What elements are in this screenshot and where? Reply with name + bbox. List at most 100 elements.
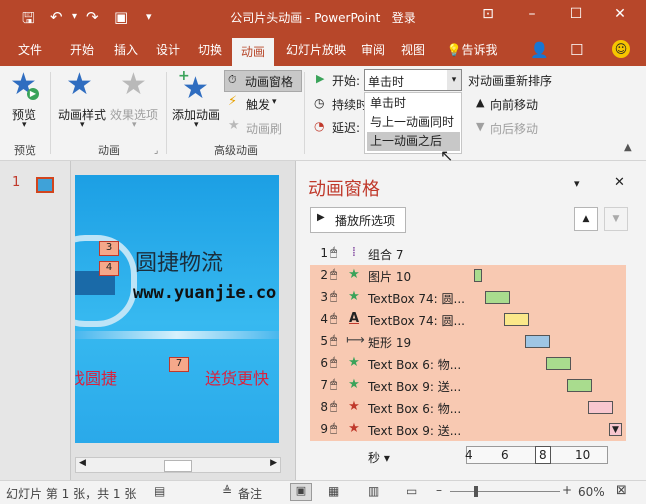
- timing-bar[interactable]: [525, 335, 551, 348]
- smiley-icon[interactable]: ☺: [612, 40, 630, 58]
- scroll-right-icon[interactable]: ▶: [270, 458, 277, 468]
- animation-tag[interactable]: 4: [99, 261, 119, 276]
- timing-bar[interactable]: [474, 269, 482, 282]
- company-name-text[interactable]: 圆捷物流: [135, 245, 223, 277]
- move-earlier-button[interactable]: 向前移动: [490, 96, 538, 113]
- slide-canvas[interactable]: 圆捷物流 www.yuanjie.co 找圆捷 送货更快 3 4 7: [75, 175, 279, 443]
- start-label: 开始:: [332, 74, 361, 88]
- zoom-level[interactable]: 60%: [578, 485, 605, 499]
- dropdown-option-with-previous[interactable]: 与上一动画同时: [367, 113, 460, 132]
- timeline-unit[interactable]: 秒 ▾: [368, 449, 390, 466]
- tab-file[interactable]: 文件: [8, 34, 52, 66]
- ribbon-tabs: 文件 开始 插入 设计 切换 动画 幻灯片放映 审阅 视图 💡告诉我 👤 ☐ ☺: [0, 34, 646, 66]
- notes-icon[interactable]: ≜: [222, 484, 232, 498]
- minimize-button[interactable]: –: [518, 6, 546, 22]
- maximize-button[interactable]: ☐: [562, 6, 590, 22]
- start-select[interactable]: 单击时 ▾: [364, 69, 462, 91]
- ribbon: ★ ▶ 预览 ▾ 预览 ★ 动画样式 ▾ ★ 效果选项 ▾ 动画 ⌟ ★ + 添…: [0, 66, 646, 161]
- timing-bar[interactable]: [504, 313, 530, 326]
- slide-thumbnail[interactable]: [36, 177, 54, 193]
- green-star-icon: ★: [348, 377, 360, 392]
- animation-styles-icon[interactable]: ★: [66, 70, 93, 100]
- chevron-down-icon[interactable]: ▾: [22, 120, 27, 130]
- tab-design[interactable]: 设计: [146, 34, 190, 66]
- timing-bar[interactable]: [485, 291, 511, 304]
- tab-review[interactable]: 审阅: [356, 34, 390, 66]
- tab-view[interactable]: 视图: [396, 34, 430, 66]
- tab-tell-me[interactable]: 💡告诉我: [440, 34, 504, 66]
- close-icon[interactable]: ✕: [614, 175, 625, 190]
- animation-list-item[interactable]: 9 🖱 ★ Text Box 9: 送...: [310, 419, 626, 441]
- delay-clock-icon: ◔: [314, 119, 325, 133]
- normal-view-icon[interactable]: ▣: [290, 483, 312, 501]
- fit-slide-icon[interactable]: ⊠: [616, 483, 627, 498]
- login-link[interactable]: 登录: [392, 11, 416, 25]
- chevron-down-icon[interactable]: ▾: [447, 70, 461, 90]
- animation-order-number: 9: [320, 422, 328, 436]
- scroll-left-icon[interactable]: ◀: [79, 458, 86, 468]
- animation-list-item[interactable]: 6 🖱 ★ Text Box 6: 物...: [310, 353, 626, 375]
- zoom-slider-thumb[interactable]: [474, 486, 478, 497]
- trigger-button[interactable]: 触发: [246, 96, 270, 113]
- slideshow-view-icon[interactable]: ▭: [406, 484, 417, 498]
- tab-animations[interactable]: 动画: [232, 38, 274, 66]
- slogan-right-text[interactable]: 送货更快: [205, 365, 269, 389]
- reading-view-icon[interactable]: ▥: [368, 484, 379, 498]
- tab-insert[interactable]: 插入: [104, 34, 148, 66]
- animation-pane-title: 动画窗格: [308, 179, 380, 200]
- timeline-tick: 8: [539, 448, 547, 462]
- chevron-down-icon[interactable]: ▾: [80, 120, 85, 130]
- animation-list-item[interactable]: 4 🖱 A TextBox 74: 圆...: [310, 309, 626, 331]
- plus-icon: +: [178, 68, 190, 84]
- tab-home[interactable]: 开始: [60, 34, 104, 66]
- zoom-out-icon[interactable]: –: [436, 483, 442, 497]
- move-later-button[interactable]: 向后移动: [490, 120, 538, 137]
- tab-transitions[interactable]: 切换: [188, 34, 232, 66]
- slide-sorter-icon[interactable]: ▦: [328, 484, 339, 498]
- comment-icon[interactable]: ☐: [570, 41, 583, 59]
- website-text[interactable]: www.yuanjie.co: [133, 283, 276, 303]
- timing-bar[interactable]: [588, 401, 613, 414]
- dropdown-option-on-click[interactable]: 单击时: [367, 94, 460, 113]
- mouse-click-icon: 🖱: [330, 289, 338, 303]
- font-color-icon: A: [348, 311, 360, 326]
- move-down-button[interactable]: ▼: [604, 207, 628, 231]
- spellcheck-icon[interactable]: ▤: [154, 484, 165, 498]
- chevron-down-icon[interactable]: ▾: [272, 97, 277, 107]
- chevron-down-icon[interactable]: ▾: [194, 120, 199, 130]
- animation-list-item[interactable]: 2 🖱 ★ 图片 10: [310, 265, 626, 287]
- timing-bar[interactable]: [546, 357, 571, 370]
- animation-list-item[interactable]: 8 🖱 ★ Text Box 6: 物...: [310, 397, 626, 419]
- slogan-left-text[interactable]: 找圆捷: [75, 365, 117, 389]
- group-divider: [304, 72, 305, 154]
- timing-bar[interactable]: [567, 379, 592, 392]
- play-selected-button[interactable]: ▶ 播放所选项: [310, 207, 406, 233]
- collapse-ribbon-icon[interactable]: ▲: [624, 142, 632, 153]
- animation-list-item[interactable]: 3 🖱 ★ TextBox 74: 圆...: [310, 287, 626, 309]
- animation-tag[interactable]: 3: [99, 241, 119, 256]
- notes-button[interactable]: 备注: [238, 485, 262, 502]
- ribbon-display-icon[interactable]: ⊡: [474, 6, 502, 22]
- tab-slideshow[interactable]: 幻灯片放映: [278, 34, 354, 66]
- move-up-button[interactable]: ▲: [574, 207, 598, 231]
- zoom-slider[interactable]: [450, 491, 560, 492]
- animation-painter-button[interactable]: 动画刷: [246, 120, 282, 137]
- green-star-icon: ★: [348, 289, 360, 304]
- chevron-down-icon: ▾: [383, 451, 390, 465]
- timeline-scale[interactable]: 4 6 8 10: [465, 446, 608, 464]
- play-selected-label: 播放所选项: [335, 214, 396, 228]
- scroll-down-icon[interactable]: ▼: [612, 425, 619, 435]
- motion-path-icon: ⟼: [346, 333, 365, 348]
- animation-list-item[interactable]: 1 🖱 ⁞ 组合 7: [310, 243, 626, 265]
- close-button[interactable]: ✕: [606, 6, 634, 22]
- animation-tag[interactable]: 7: [169, 357, 189, 372]
- share-user-icon[interactable]: 👤: [530, 41, 549, 59]
- horizontal-scrollbar[interactable]: ◀ ▶: [75, 457, 281, 473]
- scrollbar-thumb[interactable]: [164, 460, 192, 472]
- zoom-in-icon[interactable]: +: [562, 483, 572, 497]
- animation-list-item[interactable]: 7 🖱 ★ Text Box 9: 送...: [310, 375, 626, 397]
- animation-list-item[interactable]: 5 🖱 ⟼ 矩形 19: [310, 331, 626, 353]
- dialog-launcher-icon[interactable]: ⌟: [154, 146, 158, 156]
- pane-options-icon[interactable]: ▾: [574, 177, 580, 190]
- animation-pane-button[interactable]: ⏱ 动画窗格: [224, 70, 302, 92]
